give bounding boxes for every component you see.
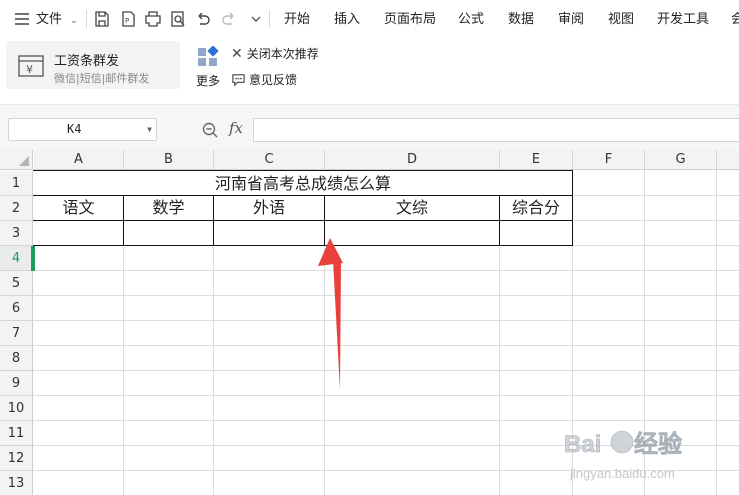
save-icon[interactable] [92, 9, 112, 29]
row-header-9[interactable]: 9 [0, 371, 33, 396]
promo-subtitle: 微信|短信|邮件群发 [54, 72, 150, 85]
table-border [33, 245, 573, 246]
formula-bar: K4 ▼ fx [0, 104, 739, 150]
redo-icon[interactable] [219, 9, 239, 29]
chevron-down-icon: ⌄ [70, 16, 78, 26]
svg-text:P: P [125, 17, 129, 25]
column-header-c[interactable]: C [214, 150, 325, 170]
gridline [33, 295, 739, 296]
gridline [33, 345, 739, 346]
column-header-d[interactable]: D [325, 150, 500, 170]
gridline [33, 270, 739, 271]
column-header-f[interactable]: F [573, 150, 645, 170]
print-icon[interactable] [143, 9, 163, 29]
close-recommend-label: 关闭本次推荐 [246, 47, 319, 61]
close-icon: ✕ [231, 46, 243, 62]
table-border [123, 195, 124, 246]
row-header-11[interactable]: 11 [0, 421, 33, 446]
print-preview-icon[interactable] [168, 9, 188, 29]
column-header-g[interactable]: G [645, 150, 717, 170]
header-liberal-arts[interactable]: 文综 [325, 196, 499, 220]
active-cell-indicator [33, 246, 35, 271]
name-box[interactable]: K4 ▼ [8, 118, 157, 141]
gridline [33, 370, 739, 371]
row-header-10[interactable]: 10 [0, 396, 33, 421]
close-recommend-button[interactable]: ✕ 关闭本次推荐 [231, 45, 319, 62]
row-header-12[interactable]: 12 [0, 446, 33, 471]
payroll-promo-button[interactable]: ¥ 工资条群发 微信|短信|邮件群发 [6, 41, 180, 89]
column-header-e[interactable]: E [500, 150, 573, 170]
export-pdf-icon[interactable]: P [118, 9, 138, 29]
more-button[interactable]: 更多 [196, 72, 220, 89]
header-total-score[interactable]: 综合分 [500, 196, 572, 220]
table-border [499, 195, 500, 246]
row-header-1[interactable]: 1 [0, 171, 33, 196]
column-header-h[interactable] [717, 150, 739, 170]
column-header-a[interactable]: A [34, 150, 124, 170]
row-header-5[interactable]: 5 [0, 271, 33, 296]
ribbon: ¥ 工资条群发 微信|短信|邮件群发 更多 ✕ 关闭本次推荐 意见反馈 [0, 38, 739, 104]
row-header-6[interactable]: 6 [0, 296, 33, 321]
formula-input[interactable] [253, 118, 739, 142]
tab-home[interactable]: 开始 [284, 11, 310, 29]
table-border [572, 170, 573, 246]
chat-bubble-icon [231, 72, 246, 90]
undo-icon[interactable] [193, 9, 213, 29]
tab-developer[interactable]: 开发工具 [657, 11, 709, 29]
promo-title: 工资条群发 [54, 54, 120, 69]
table-border [33, 195, 573, 196]
table-border [324, 195, 325, 246]
name-box-value: K4 [67, 122, 82, 136]
tab-data[interactable]: 数据 [508, 11, 534, 29]
table-border [213, 195, 214, 246]
tab-review[interactable]: 审阅 [558, 11, 584, 29]
table-title: 河南省高考总成绩怎么算 [214, 174, 391, 193]
file-menu[interactable]: 文件 ⌄ [36, 11, 78, 29]
table-border [33, 170, 573, 171]
tab-member[interactable]: 会 [731, 11, 739, 29]
menu-bar: 文件 ⌄ P 开始 插入 页面布局 公式 数据 审阅 视图 开发工具 会 [0, 0, 739, 38]
table-border [33, 220, 573, 221]
customize-toolbar-icon[interactable] [246, 9, 266, 29]
column-header-b[interactable]: B [124, 150, 214, 170]
hamburger-menu-icon[interactable] [12, 9, 32, 29]
svg-text:经验: 经验 [634, 430, 682, 458]
divider [269, 10, 270, 28]
spreadsheet-grid[interactable]: A B C D E F G 1 2 3 4 5 6 7 8 9 10 11 12… [0, 150, 739, 495]
svg-text:Bai: Bai [564, 431, 601, 458]
row-header-4[interactable]: 4 [0, 246, 33, 271]
gridline [33, 395, 739, 396]
file-menu-label: 文件 [36, 12, 63, 27]
watermark-url: jingyan.baidu.com [570, 466, 675, 481]
svg-text:¥: ¥ [26, 63, 33, 76]
baidu-watermark: Bai 经验 jingyan.baidu.com [560, 420, 735, 490]
apps-icon[interactable] [196, 45, 220, 68]
payroll-icon: ¥ [18, 54, 44, 78]
row-header-3[interactable]: 3 [0, 221, 33, 246]
insert-function-button[interactable]: fx [229, 119, 243, 137]
divider [86, 10, 87, 28]
header-foreign-language[interactable]: 外语 [214, 196, 324, 220]
header-chinese[interactable]: 语文 [34, 196, 123, 220]
zoom-search-icon[interactable] [201, 121, 219, 139]
tab-formulas[interactable]: 公式 [458, 11, 484, 29]
row-header-2[interactable]: 2 [0, 196, 33, 221]
row-header-13[interactable]: 13 [0, 471, 33, 495]
row-header-7[interactable]: 7 [0, 321, 33, 346]
header-math[interactable]: 数学 [124, 196, 213, 220]
tab-view[interactable]: 视图 [608, 11, 634, 29]
gridline [33, 320, 739, 321]
select-all-corner[interactable] [0, 150, 33, 170]
tab-insert[interactable]: 插入 [334, 11, 360, 29]
feedback-label: 意见反馈 [249, 73, 298, 87]
tab-page-layout[interactable]: 页面布局 [384, 11, 436, 29]
feedback-button[interactable]: 意见反馈 [231, 71, 297, 90]
row-header-8[interactable]: 8 [0, 346, 33, 371]
dropdown-arrow-icon[interactable]: ▼ [147, 119, 152, 140]
